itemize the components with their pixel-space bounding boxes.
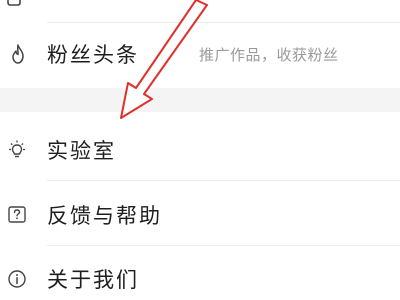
flame-icon: [6, 42, 30, 66]
menu-item-fans-headline-label: 粉丝头条: [47, 43, 139, 67]
lightbulb-icon: [5, 138, 29, 162]
menu-item-about-us[interactable]: 关于我们: [0, 248, 400, 300]
settings-screen: 粉丝头条 推广作品，收获粉丝 实验室 反馈与帮助 关于我们: [0, 0, 400, 300]
divider: [47, 245, 400, 246]
divider: [47, 180, 400, 181]
section-gap: [0, 88, 400, 112]
menu-item-fans-headline-hint: 推广作品，收获粉丝: [199, 45, 339, 64]
menu-item-fans-headline[interactable]: 粉丝头条 推广作品，收获粉丝: [0, 23, 400, 85]
menu-item-feedback-help-label: 反馈与帮助: [47, 204, 162, 228]
menu-item-lab[interactable]: 实验室: [0, 119, 400, 181]
partial-icon: [2, 0, 26, 9]
menu-item-about-us-label: 关于我们: [47, 268, 139, 292]
info-circle-icon: [5, 267, 29, 291]
menu-item-feedback-help[interactable]: 反馈与帮助: [0, 184, 400, 246]
menu-item-lab-label: 实验室: [47, 139, 116, 163]
question-square-icon: [5, 203, 29, 227]
